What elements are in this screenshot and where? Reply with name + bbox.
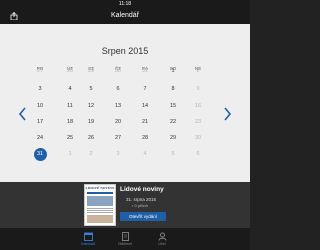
user-icon (158, 232, 166, 241)
calendar-day[interactable]: 2 (84, 149, 98, 159)
calendar-day[interactable]: 19 (84, 117, 98, 127)
document-icon (121, 232, 129, 241)
calendar-week-row: 3 45 6 7 8 9 (0, 84, 250, 94)
calendar-week-row: 24 25 26 27 28 29 30 (0, 133, 250, 143)
calendar-day[interactable]: 31 (138, 66, 152, 76)
nav-bar: Kalendář (0, 8, 250, 24)
tab-label: Kalendář (80, 242, 95, 246)
calendar-day[interactable]: 5 (166, 149, 180, 159)
calendar-day[interactable]: 13 (111, 101, 125, 111)
calendar-day[interactable]: 1 (63, 149, 77, 159)
calendar-week-row: 27 28 29 30 31 1 2 (0, 66, 250, 76)
calendar-day[interactable]: 29 (166, 133, 180, 143)
calendar-day[interactable]: 23 (191, 117, 205, 127)
page-title: Kalendář (110, 12, 140, 19)
tab-account[interactable]: Účet (150, 232, 174, 248)
tab-favorites[interactable]: Oblíbené (113, 232, 137, 248)
calendar-day[interactable]: 21 (138, 117, 152, 127)
newspaper-cover[interactable]: LIDOVÉ NOVINY (84, 184, 116, 226)
calendar-day[interactable]: 11 (63, 101, 77, 111)
publication-panel: LIDOVÉ NOVINY Lidové noviny 31. srpna 20… (0, 182, 250, 228)
calendar-day[interactable]: 2 (191, 66, 205, 76)
calendar-day[interactable]: 27 (111, 133, 125, 143)
tab-label: Účet (158, 242, 166, 246)
calendar-day[interactable]: 26 (84, 133, 98, 143)
calendar-day[interactable]: 6 (191, 149, 205, 159)
calendar-day[interactable]: 9 (191, 84, 205, 94)
tab-calendar[interactable]: Kalendář (76, 232, 100, 248)
cover-masthead: LIDOVÉ NOVINY (85, 185, 115, 192)
calendar-day[interactable]: 14 (138, 101, 152, 111)
calendar-icon (83, 232, 93, 241)
tab-label: Oblíbené (117, 242, 133, 246)
calendar-day[interactable]: 20 (111, 117, 125, 127)
calendar-day[interactable]: 4 (138, 149, 152, 159)
calendar-day-selected[interactable]: 31 (33, 147, 47, 161)
calendar-day[interactable]: 15 (166, 101, 180, 111)
tab-bar: Kalendář Oblíbené Účet (0, 228, 250, 250)
calendar-day[interactable]: 28 (138, 133, 152, 143)
calendar-day[interactable]: 28 (63, 66, 77, 76)
calendar-day[interactable]: 5 (84, 84, 98, 94)
publication-date: 31. srpna 2015 (126, 197, 157, 202)
calendar-day[interactable]: 12 (84, 101, 98, 111)
publication-title: Lidové noviny (120, 186, 164, 193)
calendar-day[interactable]: 18 (63, 117, 77, 127)
calendar-week-row: 17 18 19 20 21 22 23 (0, 117, 250, 127)
calendar-day[interactable]: 25 (63, 133, 77, 143)
status-time: 11:18 (118, 1, 132, 7)
calendar-day[interactable]: 10 (33, 101, 47, 111)
month-title: Srpen 2015 (101, 46, 149, 56)
calendar-week-row: 10 11 12 13 14 15 16 (0, 101, 250, 111)
share-icon[interactable] (10, 12, 18, 20)
calendar-day[interactable]: 4 (63, 84, 77, 94)
calendar-week-row: 31 1 2 3 4 5 6 (0, 147, 250, 161)
publication-attachments: • 0 příloh (132, 203, 148, 208)
status-bar: 11:18 (0, 0, 250, 8)
calendar-day[interactable]: 29 (84, 66, 98, 76)
calendar-day[interactable]: 3 (111, 149, 125, 159)
calendar-day[interactable]: 17 (33, 117, 47, 127)
calendar-day[interactable]: 22 (166, 117, 180, 127)
calendar-day[interactable]: 30 (191, 133, 205, 143)
calendar-day[interactable]: 3 (33, 84, 47, 94)
open-issue-button[interactable]: Otevřít vydání (120, 212, 166, 221)
calendar-day[interactable]: 6 (111, 84, 125, 94)
calendar-day[interactable]: 30 (111, 66, 125, 76)
calendar-day[interactable]: 24 (33, 133, 47, 143)
calendar-day[interactable]: 1 (166, 66, 180, 76)
calendar: Srpen 2015 PO ÚT ST ČT PÁ SO NE 27 28 29 30 31 1 2 3 4… (0, 24, 250, 182)
calendar-day[interactable]: 8 (166, 84, 180, 94)
calendar-day[interactable]: 7 (138, 84, 152, 94)
calendar-day[interactable]: 16 (191, 101, 205, 111)
calendar-day[interactable]: 27 (33, 66, 47, 76)
